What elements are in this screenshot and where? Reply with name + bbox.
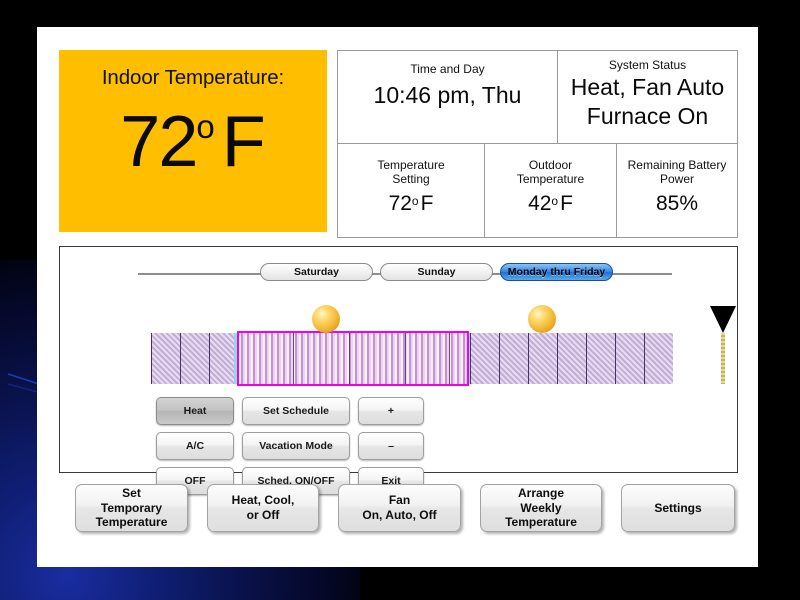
indoor-temperature-label: Indoor Temperature:	[101, 66, 285, 89]
btn-temp-temp-line3: Temperature	[95, 515, 168, 530]
btn-weekly-line1: Arrange	[517, 486, 564, 501]
temperature-setting-unit: F	[420, 192, 434, 216]
slide-canvas: Indoor Temperature: 72 o F Time and Day 10…	[37, 27, 758, 567]
outdoor-temperature-cell: Outdoor Temperature 42oF	[484, 143, 617, 238]
system-status-line2: Furnace On	[586, 102, 709, 129]
time-and-day-value: 10:46 pm, Thu	[373, 82, 522, 109]
system-status-label: System Status	[608, 58, 687, 72]
remaining-battery-cell: Remaining Battery Power 85%	[616, 143, 738, 238]
battery-label-line2: Power	[659, 172, 694, 187]
control-button-increase[interactable]: +	[358, 397, 424, 425]
control-button-decrease[interactable]: –	[358, 432, 424, 460]
control-button-heat[interactable]: Heat	[156, 397, 234, 425]
btn-temp-temp-line2: Temporary	[100, 500, 163, 515]
button-arrange-weekly-temperature[interactable]: Arrange Weekly Temperature	[480, 484, 602, 532]
system-status-cell: System Status Heat, Fan Auto Furnace On	[557, 50, 738, 144]
outdoor-temperature-label-line2: Temperature	[516, 172, 585, 187]
schedule-end-handle[interactable]	[528, 305, 556, 333]
current-time-marker-icon[interactable]	[710, 306, 736, 333]
schedule-panel: Saturday Sunday Monday thru Friday Heat …	[59, 246, 738, 495]
region-divider	[293, 333, 295, 384]
btn-temp-temp-line1: Set	[122, 486, 141, 501]
control-button-set-schedule[interactable]: Set Schedule	[242, 397, 350, 425]
temperature-setting-degree: o	[411, 194, 419, 209]
system-status-line1: Heat, Fan Auto	[570, 74, 725, 101]
day-tab-sunday[interactable]: Sunday	[380, 263, 493, 281]
day-tab-monday-thru-friday[interactable]: Monday thru Friday	[500, 263, 613, 281]
time-and-day-label: Time and Day	[410, 62, 485, 76]
region-divider	[349, 333, 351, 384]
bottom-button-bar: Set Temporary Temperature Heat, Cool, or…	[75, 484, 735, 542]
outdoor-temperature-unit: F	[560, 192, 573, 216]
btn-weekly-line2: Weekly	[520, 500, 562, 515]
region-divider	[449, 333, 451, 384]
battery-label-line1: Remaining Battery	[627, 158, 727, 172]
schedule-selected-region[interactable]	[237, 331, 469, 386]
region-divider	[405, 333, 407, 384]
outdoor-degree-symbol: o	[551, 194, 559, 209]
outdoor-temperature-number: 42	[528, 192, 552, 216]
indoor-degree-symbol: o	[196, 108, 215, 145]
control-button-ac[interactable]: A/C	[156, 432, 234, 460]
btn-heat-cool-line2: or Off	[246, 508, 280, 522]
control-button-vacation-mode[interactable]: Vacation Mode	[242, 432, 350, 460]
schedule-start-handle[interactable]	[312, 305, 340, 333]
temperature-setting-cell: Temperature Setting 72oF	[337, 143, 485, 238]
status-overview-area: Indoor Temperature: 72 o F Time and Day 10…	[59, 50, 738, 238]
temperature-setting-label-line2: Setting	[392, 172, 430, 187]
button-settings[interactable]: Settings	[621, 484, 735, 532]
time-and-day-cell: Time and Day 10:46 pm, Thu	[337, 50, 558, 144]
day-tab-saturday[interactable]: Saturday	[260, 263, 373, 281]
battery-value: 85%	[655, 192, 699, 216]
info-grid: Time and Day 10:46 pm, Thu System Status…	[337, 50, 738, 238]
indoor-temperature-unit: F	[221, 102, 266, 182]
outdoor-temperature-label-line1: Outdoor	[528, 158, 573, 172]
outdoor-temperature-value: 42oF	[528, 192, 573, 216]
indoor-temperature-number: 72	[120, 102, 198, 182]
button-heat-cool-or-off[interactable]: Heat, Cool, or Off	[207, 484, 319, 532]
temperature-setting-label-line1: Temperature	[377, 158, 445, 172]
btn-weekly-line3: Temperature	[505, 515, 577, 530]
indoor-temperature-panel: Indoor Temperature: 72 o F	[59, 50, 327, 232]
temperature-setting-value: 72oF	[389, 192, 434, 216]
btn-fan-line1: Fan	[388, 493, 411, 508]
button-fan-on-auto-off[interactable]: Fan On, Auto, Off	[338, 484, 461, 532]
btn-heat-cool-line1: Heat, Cool,	[231, 493, 295, 508]
button-set-temporary-temperature[interactable]: Set Temporary Temperature	[75, 484, 188, 532]
current-time-line	[721, 333, 725, 384]
btn-fan-line2: On, Auto, Off	[362, 508, 437, 522]
indoor-temperature-value: 72 o F	[120, 106, 265, 178]
temperature-setting-number: 72	[388, 192, 412, 216]
